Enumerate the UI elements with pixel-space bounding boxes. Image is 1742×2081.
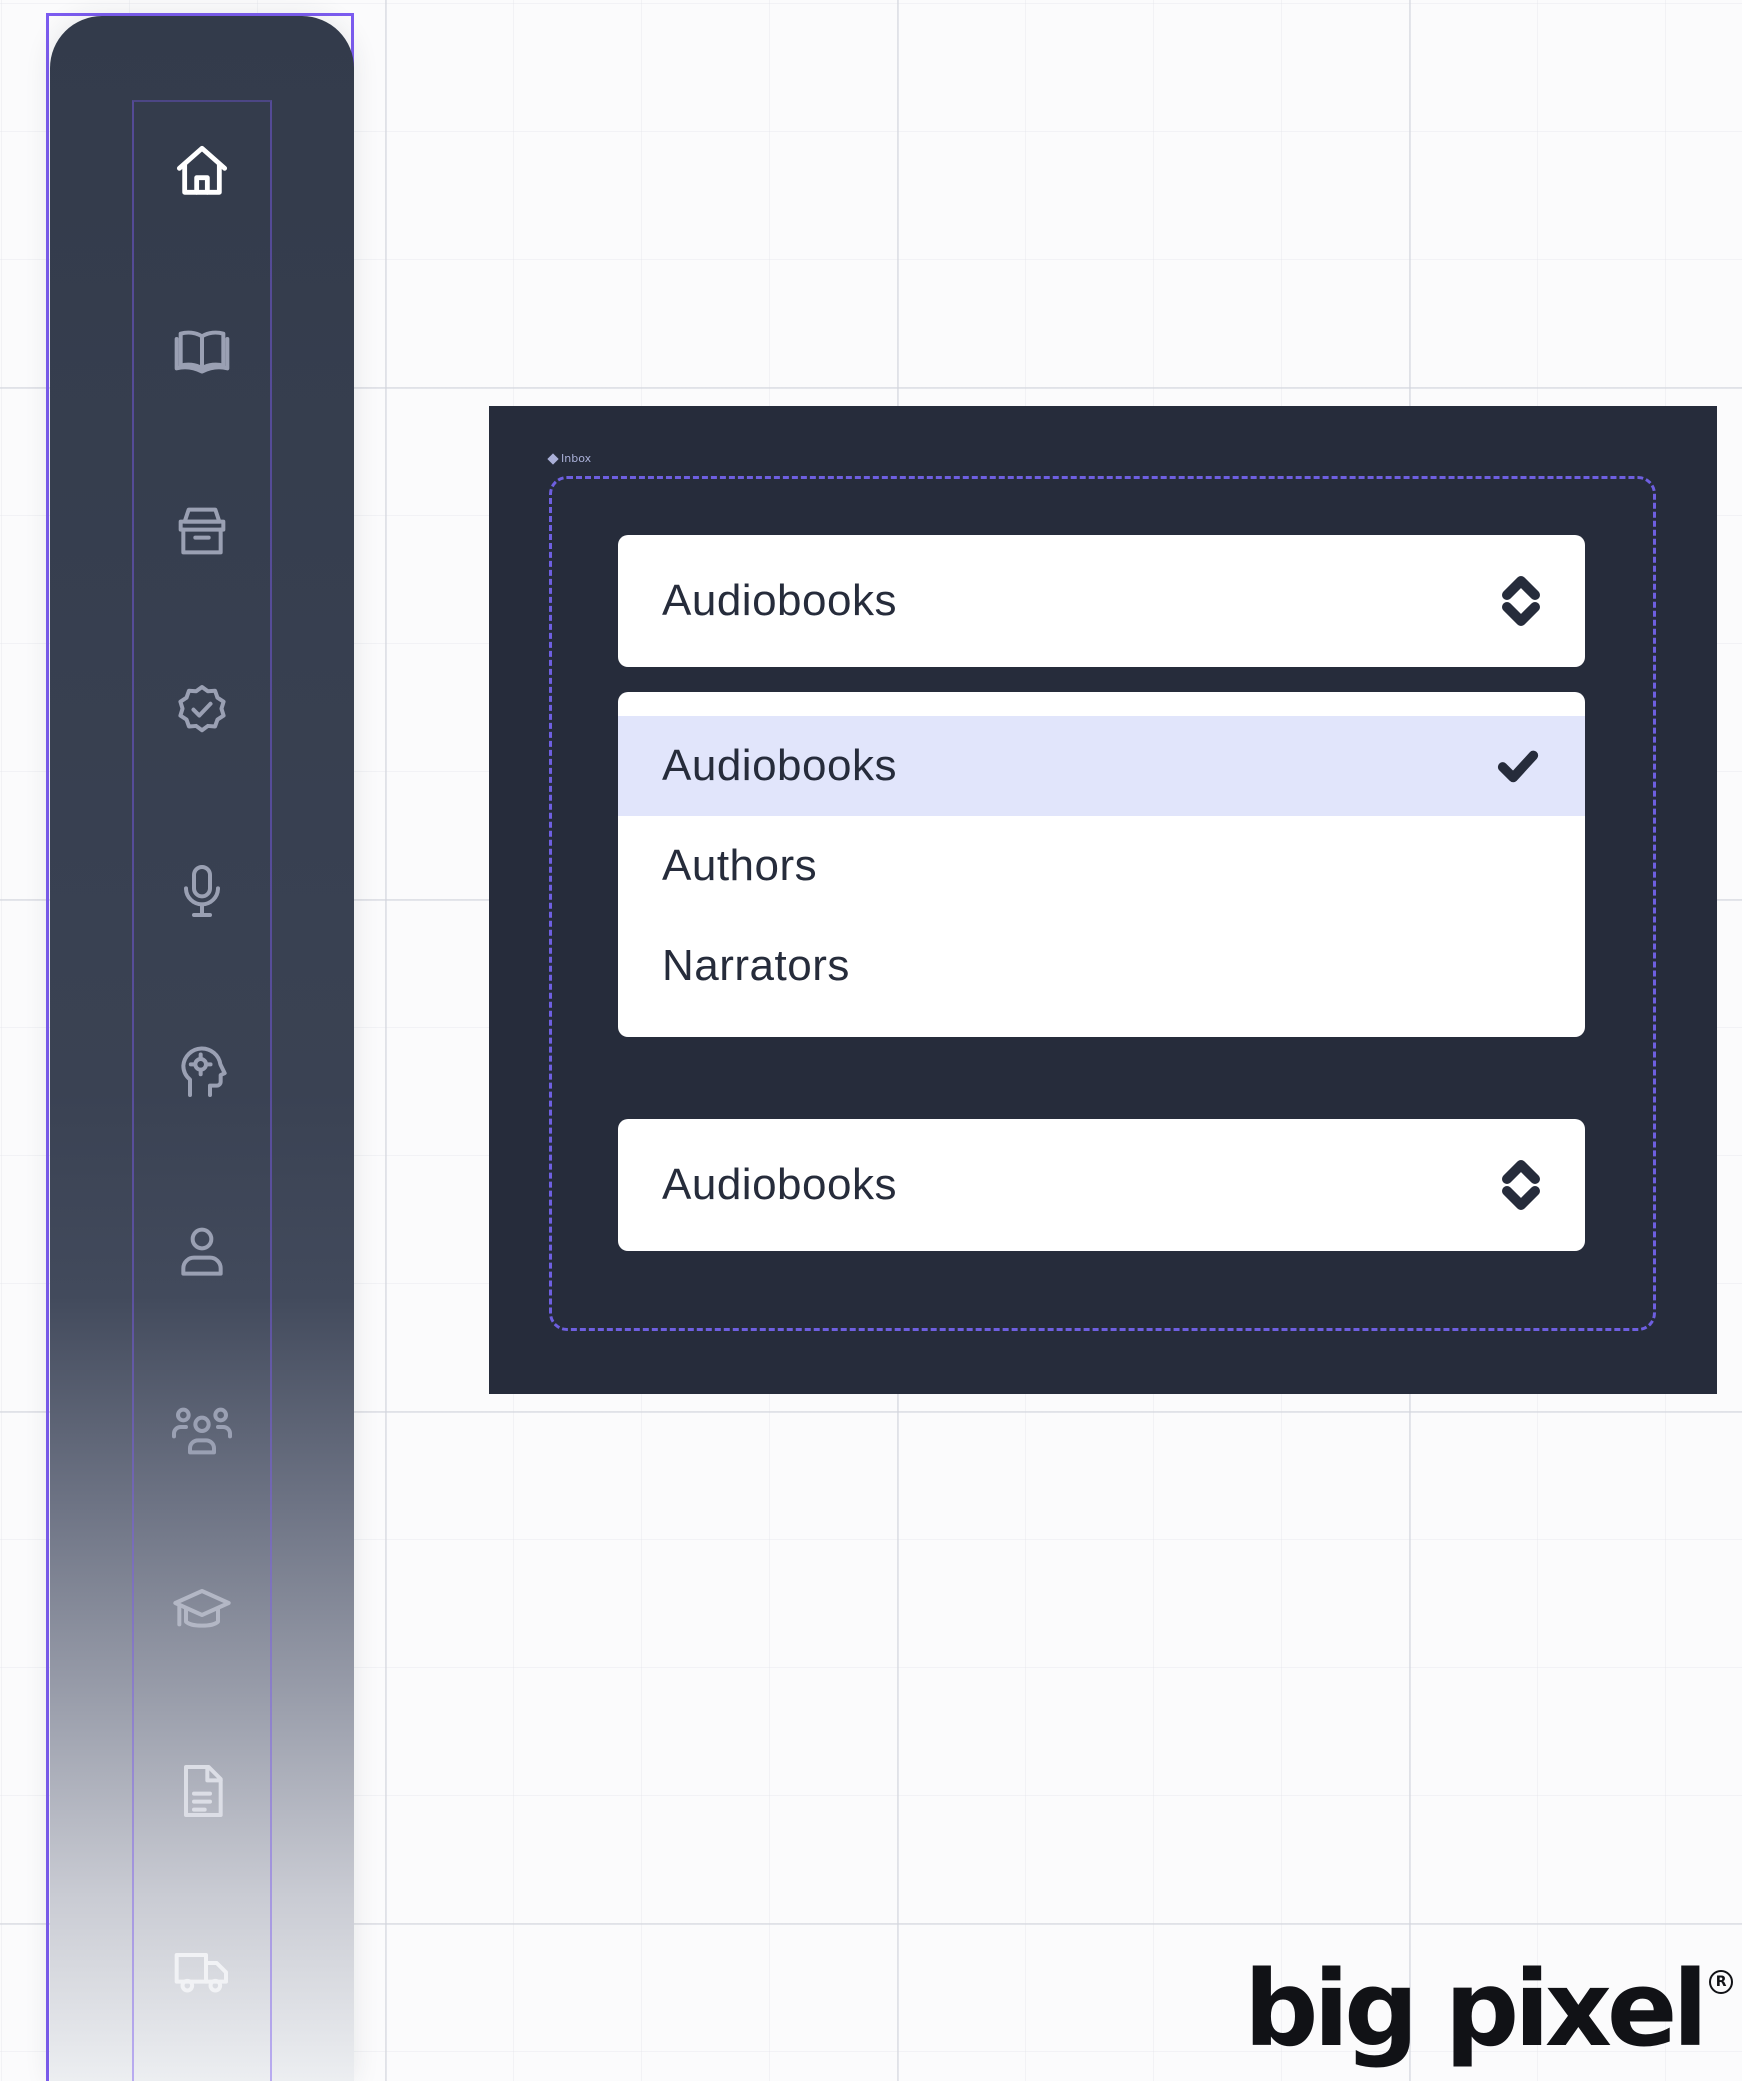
registered-mark: R [1709, 1970, 1734, 1994]
chevron-up-down-icon [1502, 576, 1540, 626]
dropdown-component-panel: Inbox Audiobooks Audiobooks Authors Narr… [489, 406, 1717, 1394]
select-value: Audiobooks [662, 1160, 897, 1209]
sidebar-item-home[interactable] [162, 131, 242, 211]
option-label: Narrators [662, 941, 850, 990]
frame-tag-label: Inbox [561, 452, 592, 465]
store-icon [178, 507, 226, 555]
frame-tag: Inbox [547, 452, 592, 466]
sidebar-item-learning[interactable] [162, 1571, 242, 1651]
logo-wordmark: big pixel [1244, 1948, 1708, 2070]
sidebar-item-profile[interactable] [162, 1211, 242, 1291]
microphone-icon [184, 865, 220, 917]
badge-check-icon [178, 685, 226, 733]
sidebar-item-documents[interactable] [162, 1751, 242, 1831]
sidebar-item-community[interactable] [162, 1391, 242, 1471]
option-authors[interactable]: Authors [618, 816, 1585, 916]
sidebar-item-ideas[interactable] [162, 1031, 242, 1111]
option-audiobooks[interactable]: Audiobooks [618, 716, 1585, 816]
dropdown-options-list: Audiobooks Authors Narrators [618, 692, 1585, 1037]
book-icon [174, 330, 230, 374]
option-narrators[interactable]: Narrators [618, 916, 1585, 1016]
option-label: Authors [662, 841, 818, 890]
home-icon [176, 145, 228, 195]
big-pixel-logo: big pixel R [1244, 1948, 1734, 2070]
sidebar-item-narration[interactable] [162, 851, 242, 931]
sidebar-item-shipping[interactable] [162, 1931, 242, 2011]
component-diamond-icon [547, 453, 559, 465]
document-icon [184, 1765, 223, 1817]
head-idea-icon [181, 1046, 227, 1097]
user-icon [181, 1227, 223, 1276]
select-value: Audiobooks [662, 576, 897, 625]
option-label: Audiobooks [662, 741, 897, 790]
users-group-icon [172, 1407, 232, 1455]
sidebar-item-library[interactable] [162, 311, 242, 391]
delivery-truck-icon [174, 1953, 228, 1993]
category-select-open[interactable]: Audiobooks [618, 535, 1585, 667]
check-icon [1497, 750, 1539, 783]
category-select-closed[interactable]: Audiobooks [618, 1119, 1585, 1251]
sidebar-item-verified[interactable] [162, 671, 242, 751]
graduation-cap-icon [173, 1589, 231, 1628]
sidebar-item-store[interactable] [162, 491, 242, 571]
chevron-up-down-icon [1502, 1160, 1540, 1210]
